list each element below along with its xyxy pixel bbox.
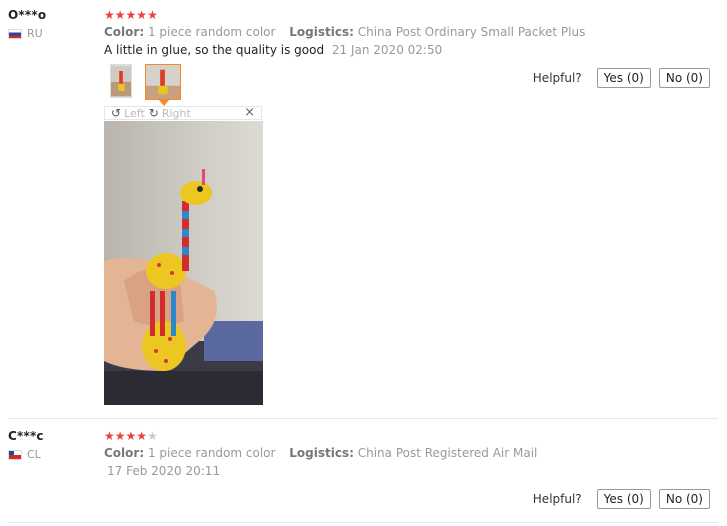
helpful-no-button[interactable]: No (0)	[658, 489, 710, 509]
russia-flag-icon	[8, 28, 22, 39]
thumbnail-image	[146, 65, 180, 99]
helpful-yes-button[interactable]: Yes (0)	[596, 68, 651, 88]
helpful-yes-button[interactable]: Yes (0)	[596, 489, 651, 509]
star-empty-icon: ★	[147, 429, 158, 443]
rotate-left-button[interactable]: ↺ Left	[111, 106, 145, 120]
helpful-section: Helpful? Yes (0) No (0)	[533, 68, 710, 88]
star-icon: ★	[114, 429, 126, 443]
photo-thumbnail-selected[interactable]	[145, 64, 181, 100]
reviewer-country: RU	[8, 27, 43, 40]
country-code: RU	[27, 27, 43, 40]
star-icon: ★	[136, 8, 148, 22]
photo-thumbnail[interactable]	[110, 64, 132, 98]
reviewer-country: CL	[8, 448, 41, 461]
star-icon: ★	[147, 8, 158, 22]
star-icon: ★	[125, 429, 137, 443]
review-divider	[8, 522, 718, 523]
image-viewer-toolbar: ↺ Left ↻ Right ×	[104, 105, 262, 120]
helpful-label: Helpful?	[532, 492, 582, 506]
helpful-label: Helpful?	[532, 71, 582, 85]
logistics-value: China Post Ordinary Small Packet Plus	[357, 25, 586, 39]
logistics-label: Logistics:	[289, 25, 354, 39]
helpful-section: Helpful? Yes (0) No (0)	[533, 489, 710, 509]
color-label: Color:	[104, 446, 145, 460]
star-rating: ★★★★★	[104, 430, 158, 442]
review-photo-large	[104, 121, 263, 405]
star-icon: ★	[114, 8, 126, 22]
rotate-right-label: Right	[161, 106, 191, 120]
reviewer-name: C***c	[8, 429, 44, 443]
thumbnail-image	[111, 65, 131, 97]
star-icon: ★	[104, 8, 115, 22]
reviewer-name: O***o	[8, 8, 47, 22]
review-date: 21 Jan 2020 02:50	[331, 43, 443, 57]
logistics-value: China Post Registered Air Mail	[357, 446, 538, 460]
country-code: CL	[27, 448, 41, 461]
rotate-right-icon: ↻	[148, 106, 159, 120]
chile-flag-icon	[8, 449, 22, 460]
star-rating: ★★★★★	[104, 9, 158, 21]
order-info: Color: 1 piece random color Logistics: C…	[104, 446, 537, 460]
rotate-left-label: Left	[124, 106, 145, 120]
logistics-label: Logistics:	[289, 446, 354, 460]
helpful-no-button[interactable]: No (0)	[658, 68, 710, 88]
close-icon[interactable]: ×	[244, 105, 255, 120]
star-icon: ★	[125, 8, 137, 22]
color-value: 1 piece random color	[147, 446, 276, 460]
feedback-text: A little in glue, so the quality is good	[104, 43, 325, 57]
review-divider	[8, 418, 718, 419]
color-value: 1 piece random color	[147, 25, 276, 39]
rotate-left-icon: ↺	[111, 106, 122, 120]
star-icon: ★	[104, 429, 115, 443]
order-info: Color: 1 piece random color Logistics: C…	[104, 25, 585, 39]
review-text: A little in glue, so the quality is good…	[104, 43, 442, 57]
star-icon: ★	[136, 429, 148, 443]
rotate-right-button[interactable]: ↻ Right	[149, 106, 191, 120]
review-date: 17 Feb 2020 20:11	[107, 464, 221, 478]
color-label: Color:	[104, 25, 145, 39]
giraffe-photo	[104, 121, 263, 405]
